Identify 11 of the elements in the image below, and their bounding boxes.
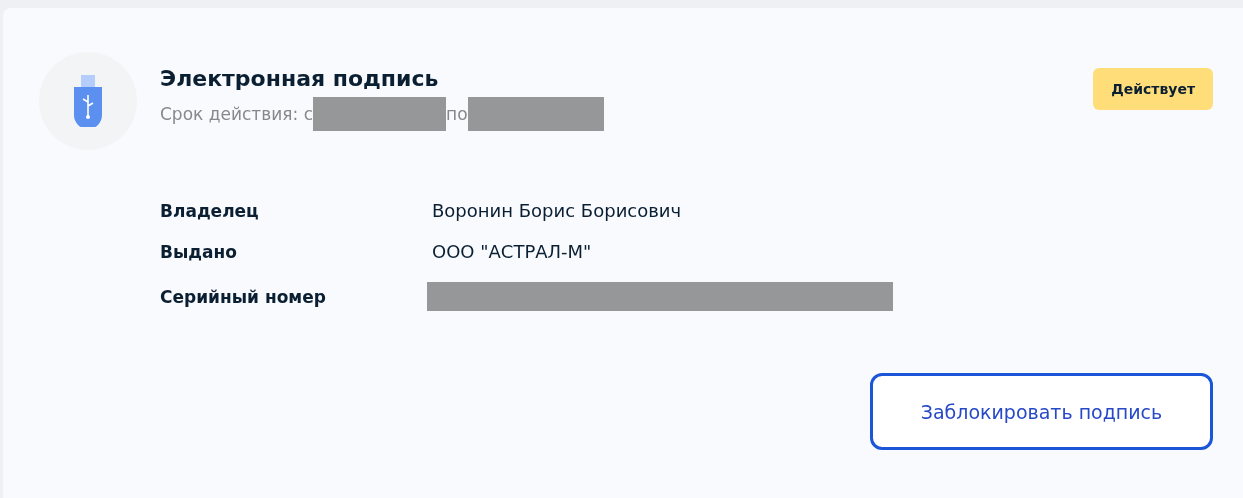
field-value: Воронин Борис Борисович [432,200,683,221]
signature-title: Электронная подпись [160,66,440,91]
status-badge: Действует [1093,68,1213,110]
field-label: Владелец [160,200,260,221]
usb-drive-icon [74,75,102,127]
field-value: ООО "АСТРАЛ-М" [432,241,593,262]
block-signature-button[interactable]: Заблокировать подпись [870,373,1213,450]
validity-label: Срок действия: с [160,104,314,124]
validity-label: по [446,104,468,124]
field-label: Серийный номер [160,286,327,307]
field-label: Выдано [160,241,238,262]
